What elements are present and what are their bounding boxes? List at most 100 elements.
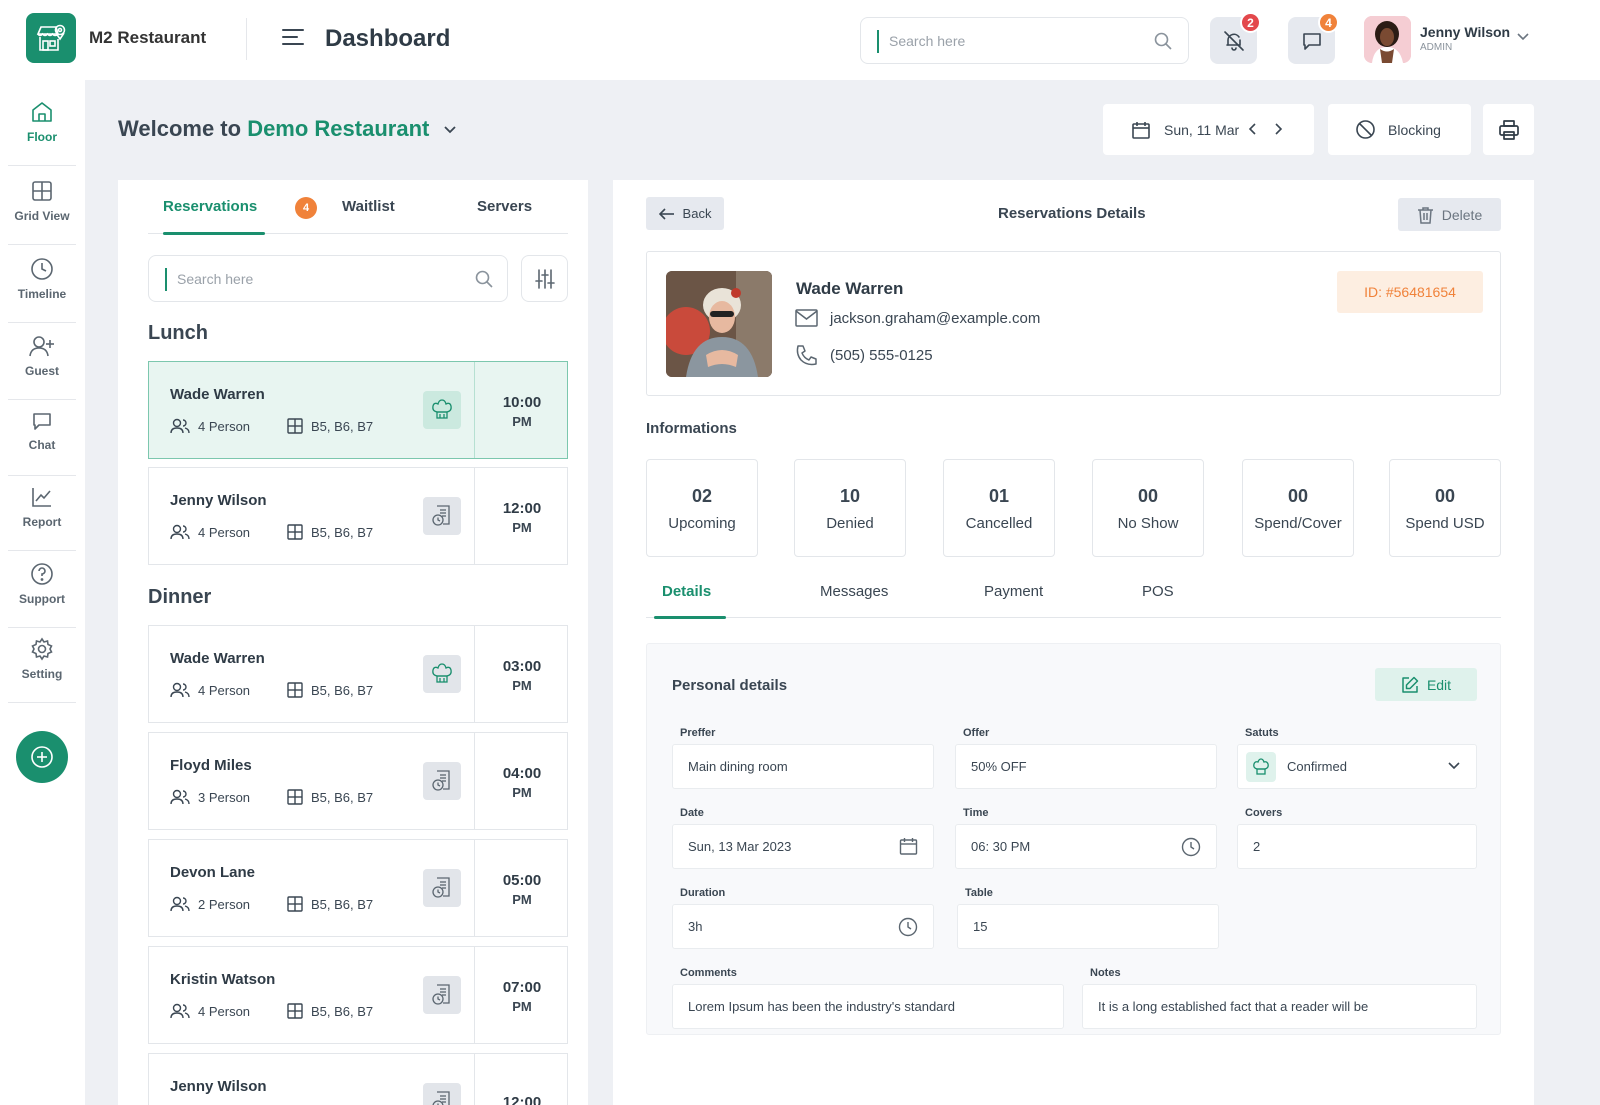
- guest-photo: [666, 271, 772, 377]
- tables-text: B5, B6, B7: [311, 896, 374, 912]
- stat-value: 00: [1287, 486, 1309, 506]
- back-label: Back: [682, 206, 712, 221]
- assigned-tables: B5, B6, B7: [287, 896, 373, 912]
- chevron-left-icon[interactable]: [1248, 122, 1258, 136]
- receipt-clock-icon[interactable]: [423, 976, 461, 1014]
- chevron-down-icon[interactable]: [1516, 32, 1530, 42]
- search-icon[interactable]: [475, 270, 493, 288]
- calendar-icon[interactable]: [899, 837, 918, 856]
- reservation-card[interactable]: Floyd Miles 3 Person B5, B6, B7 04:00 PM: [148, 732, 568, 830]
- reservation-card[interactable]: Jenny Wilson 4 Person B5, B6, B7 12:00 PM: [148, 467, 568, 565]
- stat-card: 00 Spend/Cover: [1242, 459, 1354, 557]
- time-field[interactable]: 06: 30 PM: [955, 824, 1217, 869]
- reservation-card[interactable]: Devon Lane 2 Person B5, B6, B7 05:00 PM: [148, 839, 568, 937]
- guest-name: Wade Warren: [170, 650, 265, 667]
- print-button[interactable]: [1483, 104, 1534, 155]
- guest-name: Wade Warren: [796, 279, 904, 298]
- assigned-tables: B5, B6, B7: [287, 524, 373, 540]
- edit-label: Edit: [1426, 676, 1452, 693]
- back-button[interactable]: Back: [646, 197, 724, 230]
- tab-waitlist[interactable]: Waitlist: [342, 198, 395, 215]
- sidebar-item-setting[interactable]: Setting: [8, 637, 76, 703]
- guest-name: Wade Warren: [170, 386, 265, 403]
- blocking-button[interactable]: Blocking: [1328, 104, 1471, 155]
- reservation-time: 04:00: [502, 765, 542, 782]
- preffer-field[interactable]: Main dining room: [672, 744, 934, 789]
- status-select[interactable]: Confirmed: [1237, 744, 1477, 789]
- reservations-count-badge: 4: [295, 197, 317, 219]
- filter-button[interactable]: [521, 255, 568, 302]
- clock-icon[interactable]: [898, 917, 918, 937]
- field-label: Time: [963, 807, 989, 819]
- calendar-icon[interactable]: [1131, 120, 1151, 140]
- header-divider: [246, 18, 247, 60]
- edit-button[interactable]: Edit: [1375, 668, 1477, 701]
- chevron-down-icon[interactable]: [443, 125, 457, 135]
- receipt-clock-icon[interactable]: [423, 497, 461, 535]
- user-plus-icon: [29, 336, 54, 357]
- duration-field[interactable]: 3h: [672, 904, 934, 949]
- plus-circle-icon: [31, 746, 53, 768]
- chevron-right-icon[interactable]: [1273, 122, 1283, 136]
- delete-button[interactable]: Delete: [1398, 198, 1501, 231]
- sidebar-item-report[interactable]: Report: [8, 485, 76, 551]
- sidebar-item-grid-view[interactable]: Grid View: [8, 179, 76, 245]
- gear-icon: [31, 637, 53, 661]
- notes-field[interactable]: It is a long established fact that a rea…: [1082, 984, 1477, 1029]
- offer-field[interactable]: 50% OFF: [955, 744, 1217, 789]
- tab-payment[interactable]: Payment: [984, 583, 1043, 600]
- current-date: Sun, 11 Mar: [1164, 122, 1240, 138]
- avatar[interactable]: [1364, 16, 1411, 63]
- guest-email-text[interactable]: jackson.graham@example.com: [830, 310, 1040, 327]
- party-size-text: 4 Person: [198, 418, 251, 434]
- date-field[interactable]: Sun, 13 Mar 2023: [672, 824, 934, 869]
- header-search-input[interactable]: Search here: [860, 17, 1189, 64]
- guest-phone-text[interactable]: (505) 555-0125: [830, 347, 933, 364]
- receipt-clock-icon[interactable]: [423, 869, 461, 907]
- mail-icon: [795, 309, 818, 327]
- add-reservation-button[interactable]: [16, 731, 68, 783]
- sidebar-item-support[interactable]: Support: [8, 562, 76, 628]
- assigned-tables: B5, B6, B7: [287, 1003, 373, 1019]
- reservation-time: 03:00: [502, 658, 542, 675]
- reservation-time: 10:00: [502, 394, 542, 411]
- reservation-time: 05:00: [502, 872, 542, 889]
- sidebar-item-timeline[interactable]: Timeline: [8, 257, 76, 323]
- tab-servers[interactable]: Servers: [477, 198, 532, 215]
- tab-reservations[interactable]: Reservations: [163, 198, 257, 215]
- search-icon[interactable]: [1154, 32, 1172, 50]
- sidebar-item-floor[interactable]: Floor: [8, 100, 76, 166]
- reservation-card[interactable]: Wade Warren 4 Person B5, B6, B7 03:00 PM: [148, 625, 568, 723]
- comments-field[interactable]: Lorem Ipsum has been the industry's stan…: [672, 984, 1064, 1029]
- restaurant-logo-icon[interactable]: [26, 13, 76, 63]
- chef-hat-icon: [1246, 752, 1276, 782]
- field-label: Satuts: [1245, 727, 1279, 739]
- reservation-card[interactable]: Wade Warren 4 Person B5, B6, B7 10:00 PM: [148, 361, 568, 459]
- restaurant-selector[interactable]: Demo Restaurant: [247, 116, 429, 141]
- chef-hat-icon[interactable]: [423, 655, 461, 693]
- date-navigator: Sun, 11 Mar: [1103, 104, 1314, 155]
- sidebar-item-guest[interactable]: Guest: [8, 334, 76, 400]
- tab-pos[interactable]: POS: [1142, 583, 1174, 600]
- receipt-clock-icon[interactable]: [423, 1083, 461, 1105]
- receipt-clock-icon[interactable]: [423, 762, 461, 800]
- delete-label: Delete: [1441, 206, 1483, 223]
- reservation-card[interactable]: Kristin Watson 4 Person B5, B6, B7 07:00 PM: [148, 946, 568, 1044]
- reservation-search-input[interactable]: Search here: [148, 255, 508, 302]
- tables-text: B5, B6, B7: [311, 789, 374, 805]
- user-name[interactable]: Jenny Wilson: [1420, 24, 1510, 40]
- help-circle-icon: [31, 563, 53, 585]
- covers-field[interactable]: 2: [1237, 824, 1477, 869]
- hamburger-menu-icon[interactable]: [282, 28, 304, 46]
- table-field[interactable]: 15: [957, 904, 1219, 949]
- top-bar: M2 Restaurant Dashboard Search here 2 4: [0, 0, 1600, 80]
- sidebar-item-chat[interactable]: Chat: [8, 410, 76, 476]
- tab-details[interactable]: Details: [662, 583, 711, 600]
- field-label: Notes: [1090, 967, 1121, 979]
- field-value: Main dining room: [688, 759, 788, 774]
- tab-messages[interactable]: Messages: [820, 583, 888, 600]
- chef-hat-icon[interactable]: [423, 391, 461, 429]
- reservation-card[interactable]: Jenny Wilson 12:00: [148, 1053, 568, 1105]
- arrow-left-icon: [658, 207, 674, 220]
- clock-icon[interactable]: [1181, 837, 1201, 857]
